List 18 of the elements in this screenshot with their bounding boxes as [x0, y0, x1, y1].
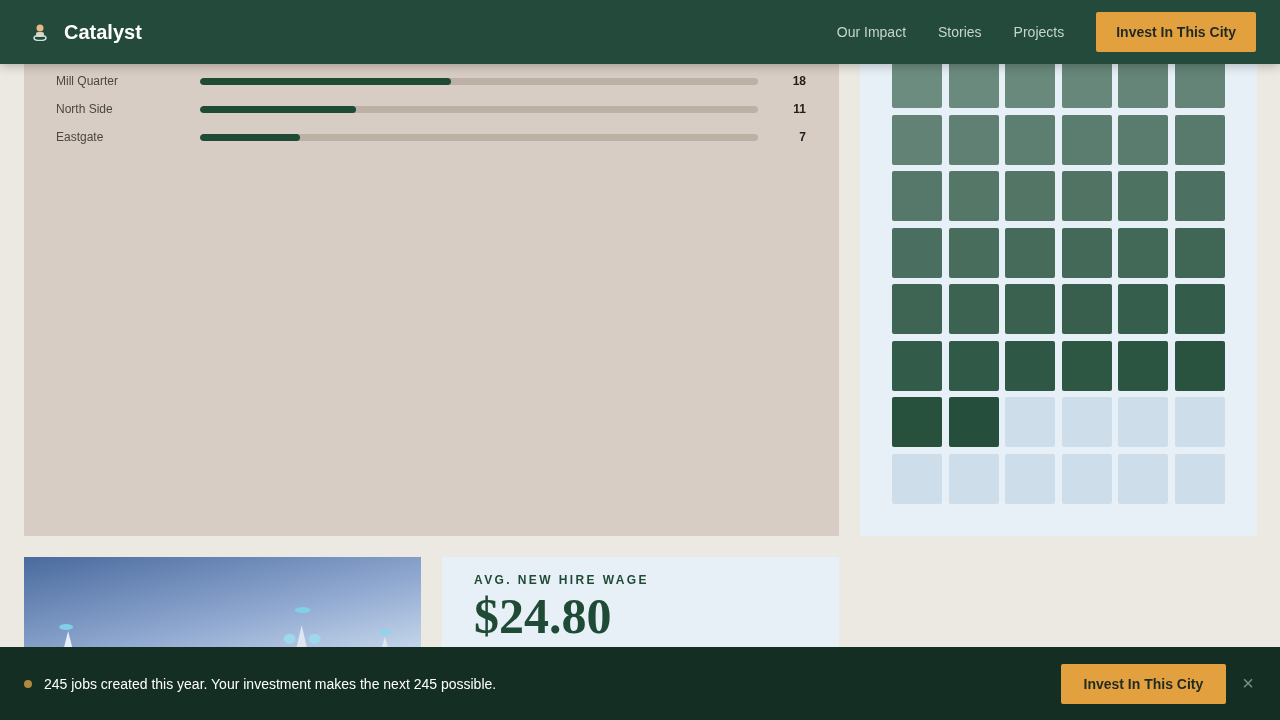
nav-link[interactable]: Our Impact	[836, 24, 907, 40]
wage-label: AVG. NEW HIRE WAGE	[474, 573, 649, 587]
close-button[interactable]: ×	[1240, 672, 1256, 695]
job-count: 11	[792, 102, 806, 116]
job-count: 18	[791, 74, 806, 88]
district-name: Mill Quarter	[56, 74, 119, 88]
banner-message: 245 jobs created this year. Your investment makes the next 245 possible.	[44, 675, 498, 692]
invest-button[interactable]: Invest In This City	[1060, 663, 1227, 704]
invest-button[interactable]: Invest In This City	[1096, 12, 1256, 52]
nav-link[interactable]: Projects	[1013, 24, 1065, 40]
district-name: Eastgate	[56, 130, 105, 144]
brand-name[interactable]: Catalyst	[64, 20, 142, 44]
person-icon	[32, 23, 48, 41]
status-dot	[24, 679, 32, 688]
district-name: North Side	[56, 102, 114, 116]
nav-link[interactable]: Stories	[938, 24, 982, 40]
wage-value: $24.80	[474, 591, 612, 641]
job-count: 7	[798, 130, 806, 144]
